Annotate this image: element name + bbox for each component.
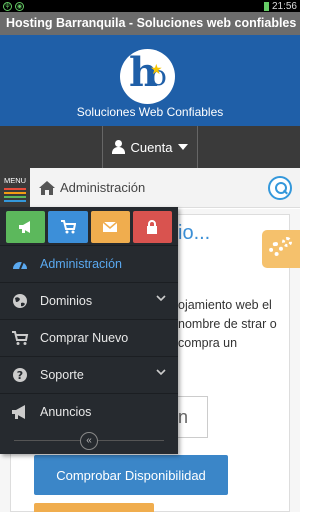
- breadcrumb-bar: MENU Administración: [0, 168, 300, 208]
- status-bar: ψ ◉ 21:56: [0, 0, 300, 12]
- secondary-button[interactable]: [34, 503, 154, 512]
- account-dropdown-button[interactable]: Cuenta: [102, 126, 198, 168]
- account-bar: Cuenta: [0, 126, 300, 168]
- hamburger-icon: [4, 188, 26, 202]
- site-logo[interactable]: h o ★: [120, 49, 175, 104]
- megaphone-icon: [18, 221, 30, 233]
- cart-icon: [60, 220, 76, 234]
- usb-icon: ψ: [3, 1, 12, 11]
- nav-item-anuncios[interactable]: Anuncios: [0, 393, 178, 430]
- domain-description: ojamiento web el nombre de strar o compr…: [178, 298, 277, 350]
- chevron-down-icon: [156, 369, 166, 376]
- question-icon: ?: [13, 368, 27, 382]
- nav-label: Soporte: [40, 368, 84, 382]
- user-icon: [111, 140, 125, 154]
- lock-icon: [147, 220, 158, 234]
- settings-tab[interactable]: [262, 230, 300, 268]
- site-tagline: Soluciones Web Confiables: [76, 105, 224, 119]
- dashboard-icon: [13, 261, 27, 270]
- status-time: 21:56: [271, 0, 297, 12]
- home-icon[interactable]: [38, 180, 56, 196]
- email-quick-button[interactable]: [90, 211, 130, 243]
- nav-label: Anuncios: [40, 405, 92, 419]
- nav-item-dominios[interactable]: Dominios: [0, 282, 178, 319]
- gear-small-icon: [282, 237, 292, 247]
- nav-item-administracion[interactable]: Administración: [0, 245, 178, 282]
- window-title: Hosting Barranquila - Soluciones web con…: [0, 12, 300, 35]
- page-title: io...: [178, 222, 211, 244]
- nav-item-comprar-nuevo[interactable]: Comprar Nuevo: [0, 319, 178, 356]
- nav-label: Comprar Nuevo: [40, 331, 129, 345]
- nav-label: Administración: [40, 257, 122, 271]
- nav-drawer: Administración Dominios Comprar Nuevo ? …: [0, 207, 178, 454]
- battery-icon: [263, 1, 269, 11]
- menu-label: MENU: [3, 176, 27, 185]
- chevron-down-icon: [156, 295, 166, 302]
- notification-icon: ◉: [15, 1, 24, 11]
- check-availability-button[interactable]: Comprobar Disponibilidad: [34, 455, 228, 495]
- caret-down-icon: [178, 144, 189, 150]
- collapse-menu-button[interactable]: «: [80, 432, 98, 450]
- drawer-footer: «: [0, 429, 178, 454]
- site-header: h o ★ Soluciones Web Confiables: [0, 35, 300, 126]
- svg-text:?: ?: [17, 369, 23, 382]
- globe-icon: [13, 294, 27, 308]
- security-quick-button[interactable]: [132, 211, 172, 243]
- search-button[interactable]: [268, 176, 292, 200]
- envelope-icon: [102, 221, 118, 232]
- gear-icon: [269, 242, 283, 256]
- nav-item-soporte[interactable]: ? Soporte: [0, 356, 178, 393]
- nav-label: Dominios: [40, 294, 93, 308]
- megaphone-icon: [12, 405, 25, 419]
- cart-icon: [12, 331, 29, 345]
- breadcrumb-current: Administración: [60, 180, 146, 195]
- cart-quick-button[interactable]: [48, 211, 88, 243]
- account-label: Cuenta: [130, 139, 173, 155]
- quick-actions: [6, 211, 172, 243]
- menu-toggle-button[interactable]: MENU: [0, 168, 30, 208]
- announcements-quick-button[interactable]: [6, 211, 46, 243]
